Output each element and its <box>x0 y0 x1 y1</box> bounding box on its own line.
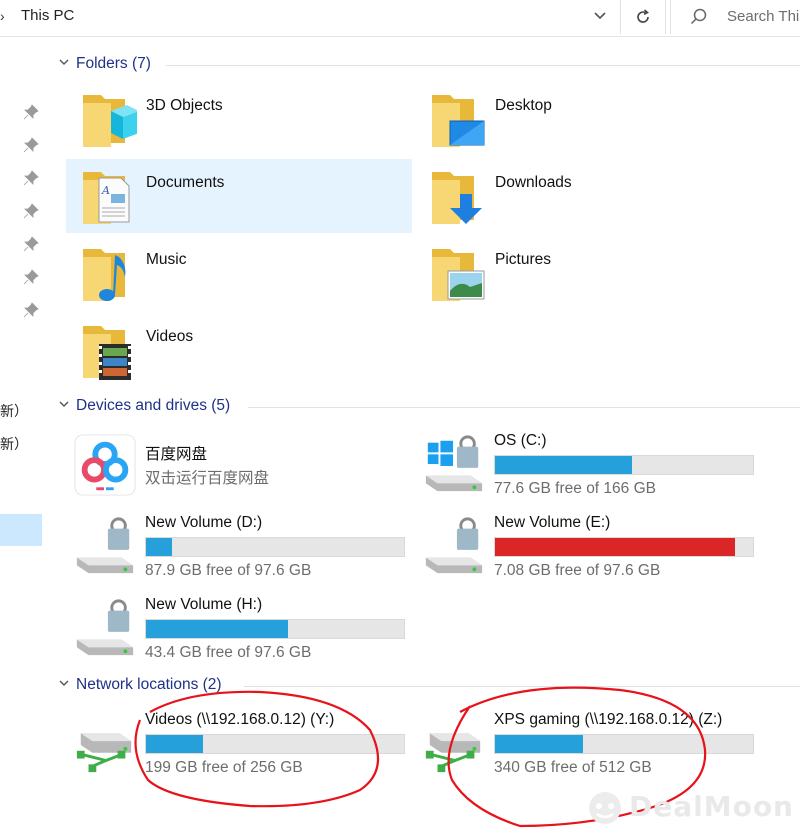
folder-downloads[interactable]: Downloads <box>416 160 760 232</box>
baidu-netdisk-icon <box>74 434 136 496</box>
drive-name: OS (C:) <box>494 432 547 449</box>
drive-usage-fill <box>146 538 172 556</box>
search-input[interactable]: Search This PC <box>727 8 800 25</box>
folder-videos-icon <box>83 326 131 380</box>
search-icon <box>690 8 707 25</box>
group-title: Network locations (2) <box>76 676 222 693</box>
pin-icon <box>23 104 39 120</box>
group-header-folders[interactable]: Folders (7) <box>56 55 800 77</box>
network-drive-z[interactable]: XPS gaming (\\192.168.0.12) (Z:) 340 GB … <box>418 709 762 781</box>
folder-pictures[interactable]: Pictures <box>416 237 760 309</box>
folder-label: Downloads <box>495 174 572 191</box>
group-header-devices[interactable]: Devices and drives (5) <box>56 397 800 419</box>
drive-e[interactable]: New Volume (E:) 7.08 GB free of 97.6 GB <box>418 512 762 584</box>
drive-free-space: 43.4 GB free of 97.6 GB <box>145 644 312 661</box>
drive-usage-fill <box>146 735 203 753</box>
drive-free-space: 87.9 GB free of 97.6 GB <box>145 562 312 579</box>
drive-usage-fill <box>495 456 632 474</box>
folder-3d-objects-icon <box>83 95 137 147</box>
folder-documents-icon: A <box>83 172 130 224</box>
folder-3d-objects[interactable]: 3D Objects <box>67 83 411 155</box>
refresh-button[interactable] <box>620 0 666 34</box>
app-subtitle: 双击运行百度网盘 <box>145 470 270 487</box>
network-drive-y[interactable]: Videos (\\192.168.0.12) (Y:) 199 GB free… <box>69 709 413 781</box>
drive-name: Videos (\\192.168.0.12) (Y:) <box>145 711 335 728</box>
drive-usage-fill <box>495 538 735 556</box>
folder-music-icon <box>83 249 126 301</box>
pin-icon <box>23 236 39 252</box>
drive-usage-bar <box>494 734 754 754</box>
nav-selected-item[interactable] <box>0 514 42 546</box>
breadcrumb-chevron-icon[interactable]: › <box>0 8 5 24</box>
chevron-down-icon[interactable] <box>58 677 70 689</box>
app-baidu-netdisk[interactable]: 百度网盘 双击运行百度网盘 <box>69 430 413 502</box>
locked-drive-icon <box>76 517 134 574</box>
address-path[interactable]: This PC <box>21 7 74 24</box>
drive-usage-fill <box>495 735 583 753</box>
drive-usage-fill <box>146 620 288 638</box>
address-bar: › This PC Search This PC <box>0 0 800 37</box>
group-header-network[interactable]: Network locations (2) <box>56 676 800 698</box>
group-divider <box>248 407 800 408</box>
drive-usage-bar <box>145 537 405 557</box>
drive-d[interactable]: New Volume (D:) 87.9 GB free of 97.6 GB <box>69 512 413 584</box>
folder-desktop-icon <box>432 95 485 147</box>
watermark-logo-icon <box>589 792 621 824</box>
group-divider <box>244 686 800 687</box>
folder-label: Pictures <box>495 251 551 268</box>
pin-icon <box>23 302 39 318</box>
folder-label: Videos <box>146 328 194 345</box>
folder-desktop[interactable]: Desktop <box>416 83 760 155</box>
svg-text:A: A <box>101 184 110 197</box>
drive-h[interactable]: New Volume (H:) 43.4 GB free of 97.6 GB <box>69 594 413 666</box>
drive-free-space: 340 GB free of 512 GB <box>494 759 652 776</box>
chevron-down-icon[interactable] <box>58 56 70 68</box>
folder-downloads-icon <box>432 172 482 224</box>
drive-name: New Volume (D:) <box>145 514 263 531</box>
chevron-down-icon[interactable] <box>58 398 70 410</box>
address-box[interactable]: › This PC <box>0 0 616 34</box>
drive-usage-bar <box>494 537 754 557</box>
folder-pictures-icon <box>432 249 485 301</box>
drive-name: XPS gaming (\\192.168.0.12) (Z:) <box>494 711 723 728</box>
drive-usage-bar <box>494 455 754 475</box>
drive-free-space: 7.08 GB free of 97.6 GB <box>494 562 661 579</box>
nav-item-fragment[interactable]: 更新） <box>0 434 28 454</box>
watermark: DealMoon <box>587 786 793 830</box>
group-divider <box>166 65 800 66</box>
drive-free-space: 77.6 GB free of 166 GB <box>494 480 656 497</box>
drive-name: New Volume (H:) <box>145 596 263 613</box>
network-drive-icon <box>76 733 132 773</box>
app-name: 百度网盘 <box>145 446 208 463</box>
search-box[interactable]: Search This PC <box>670 0 800 34</box>
nav-item-fragment[interactable]: 更新） <box>0 401 28 421</box>
folder-documents[interactable]: A Documents <box>66 159 412 233</box>
folder-label: Music <box>146 251 187 268</box>
pin-icon <box>23 170 39 186</box>
folder-videos[interactable]: Videos <box>67 314 411 386</box>
watermark-text: DealMoon <box>629 790 794 823</box>
group-title: Folders (7) <box>76 55 151 72</box>
address-history-chevron-down-icon[interactable] <box>588 5 612 29</box>
drive-usage-bar <box>145 619 405 639</box>
refresh-icon <box>637 9 649 23</box>
group-title: Devices and drives (5) <box>76 397 231 414</box>
drive-c[interactable]: OS (C:) 77.6 GB free of 166 GB <box>418 430 762 502</box>
folder-label: Desktop <box>495 97 552 114</box>
drive-usage-bar <box>145 734 405 754</box>
locked-drive-icon <box>425 517 483 574</box>
folder-label: Documents <box>146 174 225 191</box>
folder-label: 3D Objects <box>146 97 223 114</box>
locked-drive-icon <box>76 599 134 656</box>
drive-name: New Volume (E:) <box>494 514 611 531</box>
pin-icon <box>23 203 39 219</box>
drive-free-space: 199 GB free of 256 GB <box>145 759 303 776</box>
network-drive-icon <box>425 733 481 773</box>
pin-icon <box>23 137 39 153</box>
windows-drive-icon <box>425 435 483 492</box>
pin-icon <box>23 269 39 285</box>
folder-music[interactable]: Music <box>67 237 411 309</box>
